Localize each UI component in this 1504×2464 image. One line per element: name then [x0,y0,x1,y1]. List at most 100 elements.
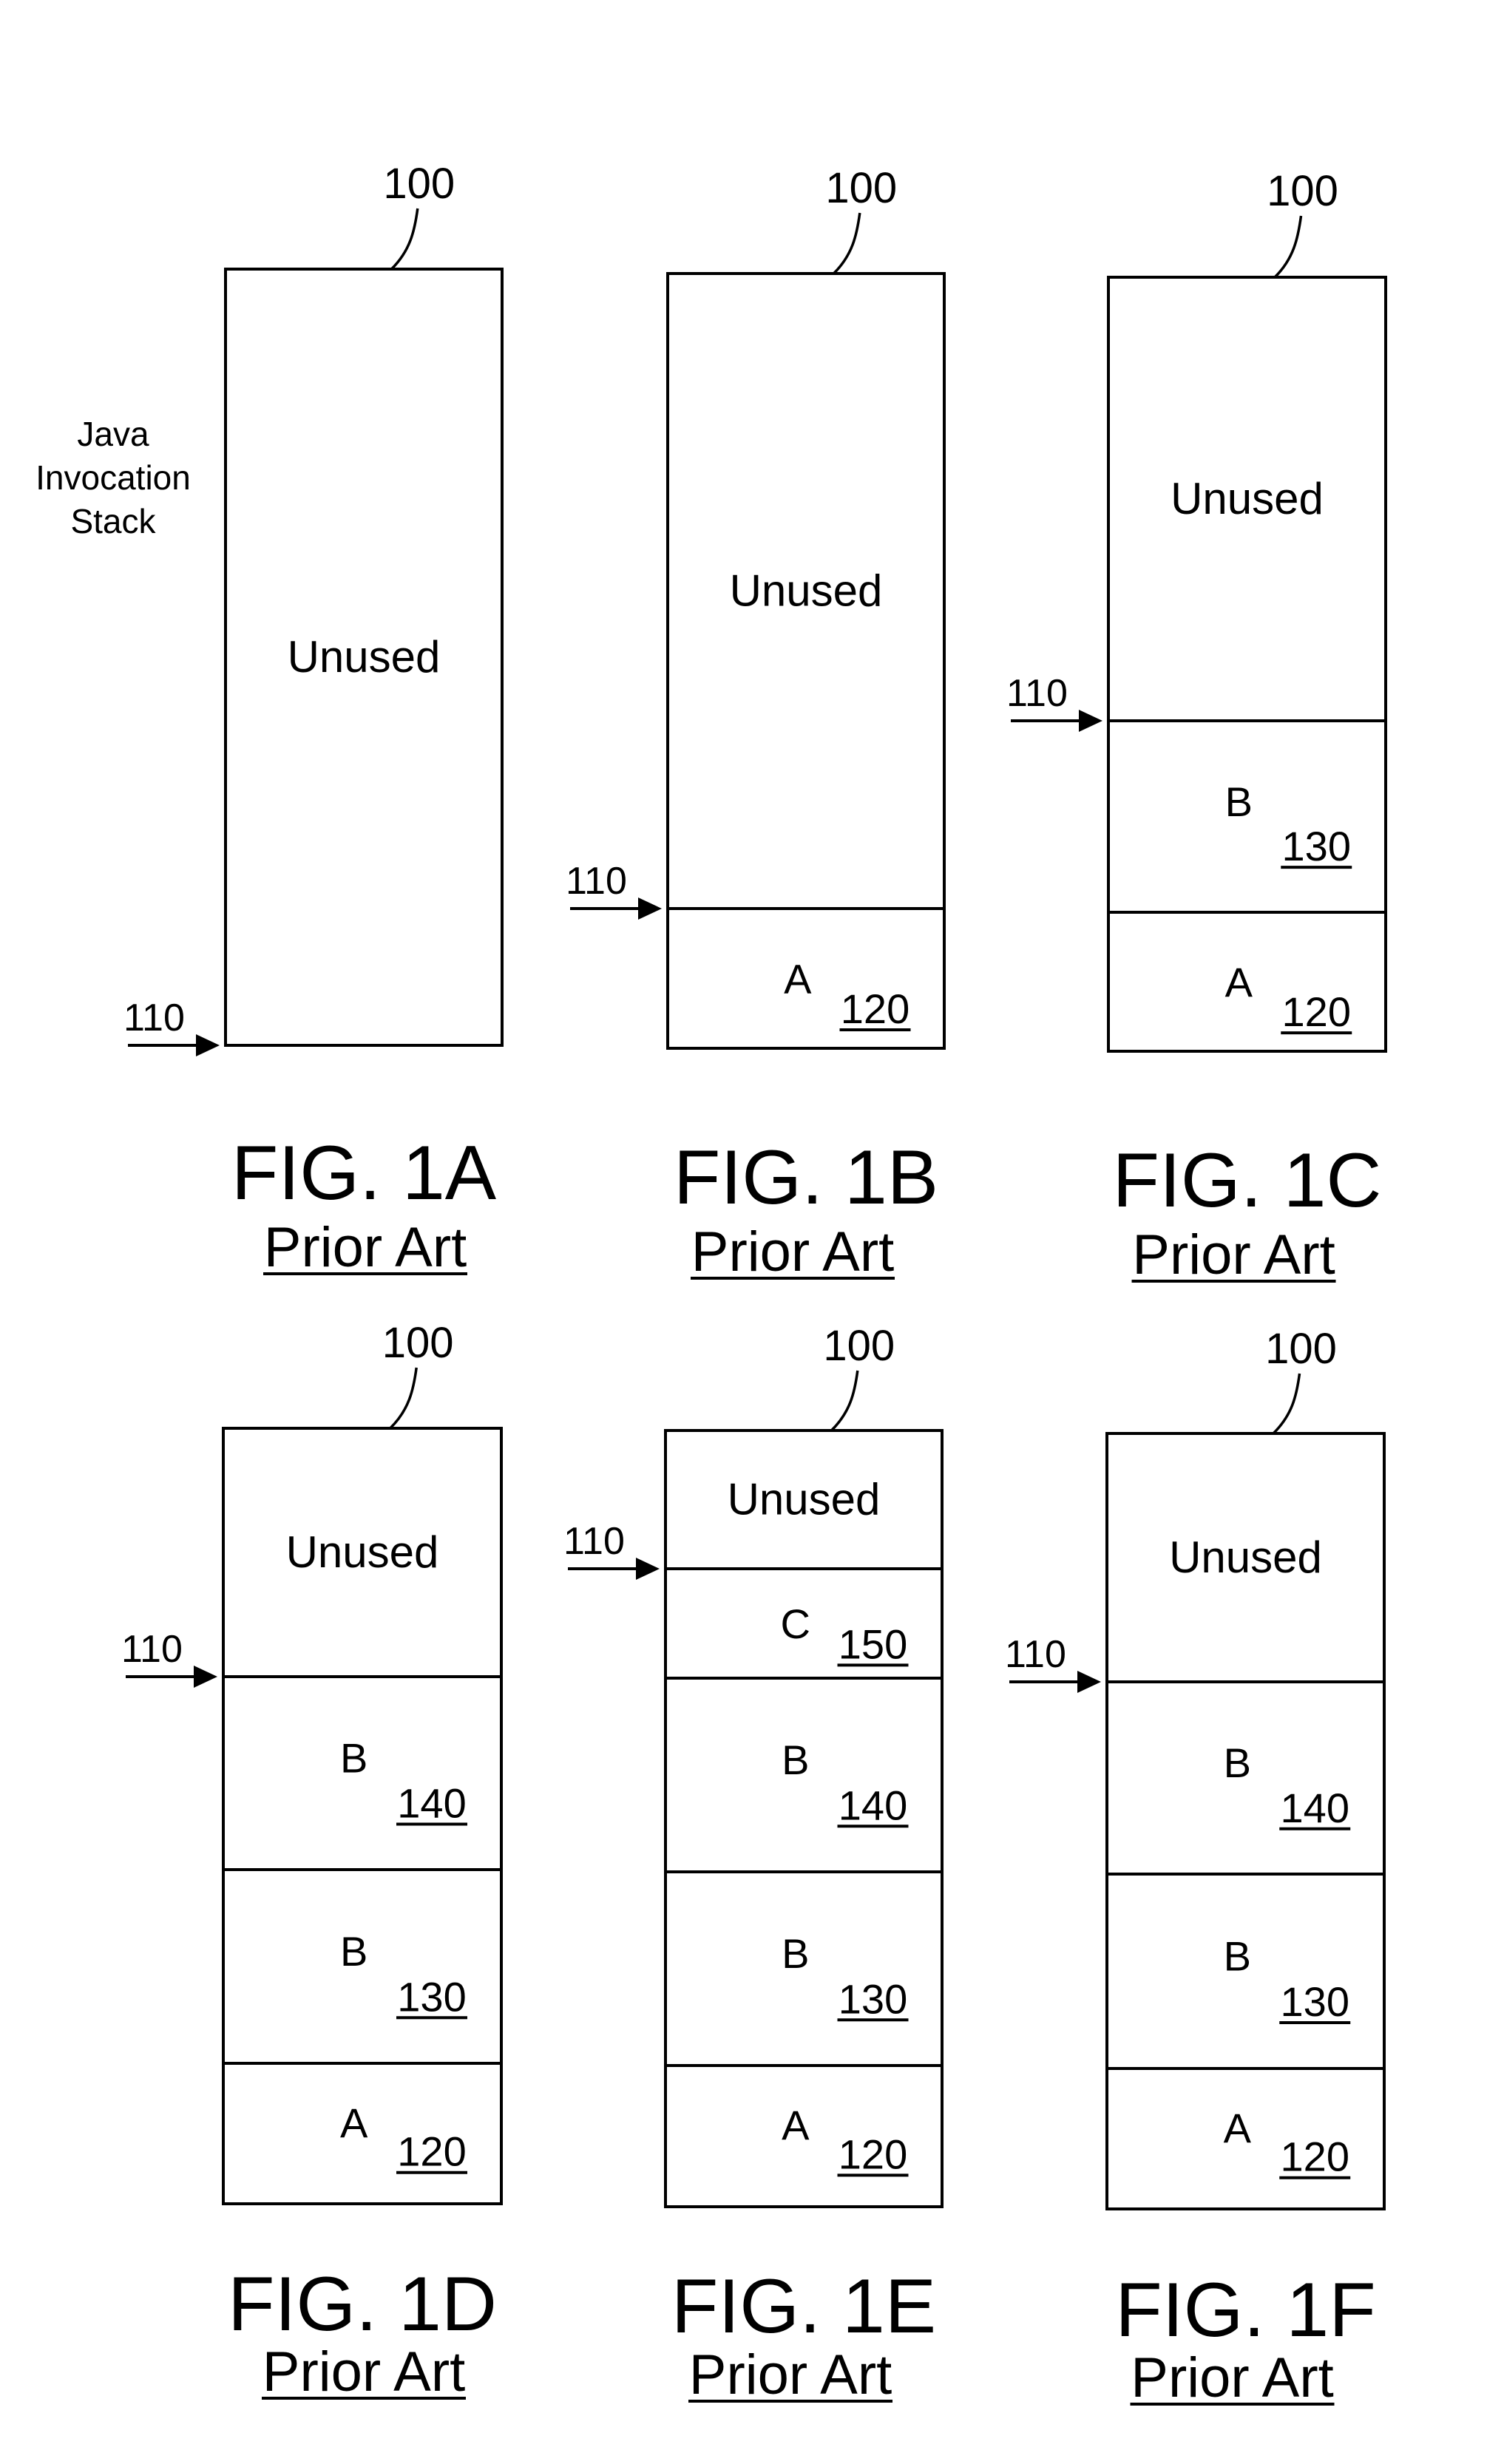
stack-frame: A 120 [1224,2105,1351,2180]
figure-1f: Unused B 140 B 130 A 120 100 110 FIG. 1FPrior Art [1005,1325,1386,2409]
frame-ref-number: 130 [839,1975,907,2022]
figure-title: FIG. 1A [231,1130,497,1216]
stack-frame: A 120 [1225,959,1352,1035]
frame-method-label: A [784,956,812,1002]
leader-line [389,1367,418,1430]
prior-art-label: Prior Art [1132,1223,1335,1286]
pointer-ref-number: 110 [1005,1633,1066,1676]
frame-ref-number: 120 [397,2128,466,2175]
figures: Unused100110FIG. 1APrior ArtUnusedA12010… [121,160,1387,2409]
arrow-right-icon [1077,1671,1101,1693]
leader-line [830,1370,859,1432]
stack-ref-number: 100 [382,1319,454,1367]
unused-region: Unused [288,632,441,682]
frame-ref-number: 120 [841,985,909,1032]
frame-ref-number: 120 [839,2131,907,2177]
figure-caption: FIG. 1FPrior Art [1115,2267,1375,2409]
arrow-right-icon [196,1034,220,1056]
figure-title: FIG. 1B [674,1135,938,1221]
stack-box [1107,276,1387,1053]
side-label-line: Java [77,415,149,453]
patent-figure-sheet: Java Invocation Stack Unused 100 110 FIG. 1… [35,160,1387,2409]
unused-label: Unused [730,566,883,616]
stack-frame: B 140 [1224,1740,1351,1831]
frame-ref-number: 140 [839,1782,907,1828]
prior-art-label: Prior Art [1131,2346,1334,2409]
stack-reference: 100 [383,160,455,271]
stack-frame: A 120 [784,956,911,1032]
stack-ref-number: 100 [1265,1325,1337,1373]
arrow-right-icon [194,1666,217,1688]
stack-frame: B 140 [340,1735,467,1827]
stack-reference: 100 [1267,167,1338,279]
stack-pointer: 110 [121,1628,217,1688]
stack-pointer: 110 [566,860,662,920]
stack-ref-number: 100 [823,1322,895,1370]
figure-title: FIG. 1E [671,2264,936,2349]
unused-region: Unused [730,566,883,616]
pointer-ref-number: 110 [123,997,185,1039]
frame-method-label: B [782,1930,809,1977]
unused-region: Unused [1171,474,1324,523]
figure-1a: Unused 100 110 FIG. 1APrior Art [123,160,504,1279]
frame-method-label: A [782,2102,810,2148]
figure-caption: FIG. 1BPrior Art [674,1135,938,1283]
prior-art-label: Prior Art [689,2343,892,2406]
stack-frame: B 130 [1225,778,1352,869]
figure-title: FIG. 1F [1115,2267,1375,2353]
pointer-ref-number: 110 [1006,672,1068,715]
unused-region: Unused [286,1527,439,1577]
frame-ref-number: 140 [397,1780,466,1827]
stack-frame: B 140 [782,1737,909,1828]
pointer-ref-number: 110 [566,860,627,903]
stack-reference: 100 [1265,1325,1337,1435]
stack-pointer: 110 [123,997,220,1056]
unused-label: Unused [286,1527,439,1577]
stack-reference: 100 [825,164,897,275]
prior-art-label: Prior Art [264,1216,467,1279]
stack-frame: B 130 [1224,1932,1351,2025]
frame-ref-number: 150 [839,1620,907,1667]
frame-method-label: B [1225,778,1253,825]
pointer-ref-number: 110 [563,1520,625,1563]
stack-ref-number: 100 [825,164,897,212]
leader-line [1272,1373,1301,1435]
stack-reference: 100 [823,1322,895,1432]
frame-method-label: C [781,1601,810,1647]
stack-frame: B 130 [340,1928,467,2020]
arrow-right-icon [638,897,662,920]
frame-ref-number: 120 [1282,988,1351,1035]
frame-ref-number: 130 [1281,1978,1349,2025]
stack-pointer: 110 [1005,1633,1101,1693]
leader-line [833,212,861,275]
stack-ref-number: 100 [1267,167,1338,215]
stack-pointer: 110 [1006,672,1102,732]
figure-caption: FIG. 1DPrior Art [228,2261,497,2403]
figure-title: FIG. 1C [1112,1138,1381,1223]
figure-caption: FIG. 1EPrior Art [671,2264,936,2406]
stack-frame: C 150 [781,1601,909,1667]
figure-caption: FIG. 1APrior Art [231,1130,497,1279]
frame-ref-number: 130 [397,1973,466,2020]
pointer-ref-number: 110 [121,1628,183,1671]
figure-title: FIG. 1D [228,2261,497,2347]
frame-method-label: B [1224,1932,1251,1979]
prior-art-label: Prior Art [691,1221,895,1283]
figure-caption: FIG. 1CPrior Art [1112,1138,1381,1286]
stack-ref-number: 100 [383,160,455,208]
frame-method-label: A [1225,959,1253,1005]
frame-method-label: A [340,2100,368,2146]
stack-frame: B 130 [782,1930,909,2022]
java-invocation-stack-label: Java Invocation Stack [35,415,191,540]
side-label-line: Invocation [35,458,191,497]
unused-label: Unused [288,632,441,682]
frame-method-label: A [1224,2105,1252,2151]
frame-ref-number: 120 [1281,2134,1349,2180]
frame-method-label: B [340,1735,367,1782]
figure-1e: Unused C 150 B 140 B 130 A 120 100 110 FIG. 1EPrior… [563,1322,944,2406]
figure-1c: Unused B 130 A 120 100 110 FIG. 1CPrior Art [1006,167,1387,1286]
frame-method-label: B [1224,1740,1251,1786]
arrow-right-icon [1079,710,1102,732]
unused-label: Unused [1169,1533,1322,1582]
unused-region: Unused [728,1475,881,1524]
